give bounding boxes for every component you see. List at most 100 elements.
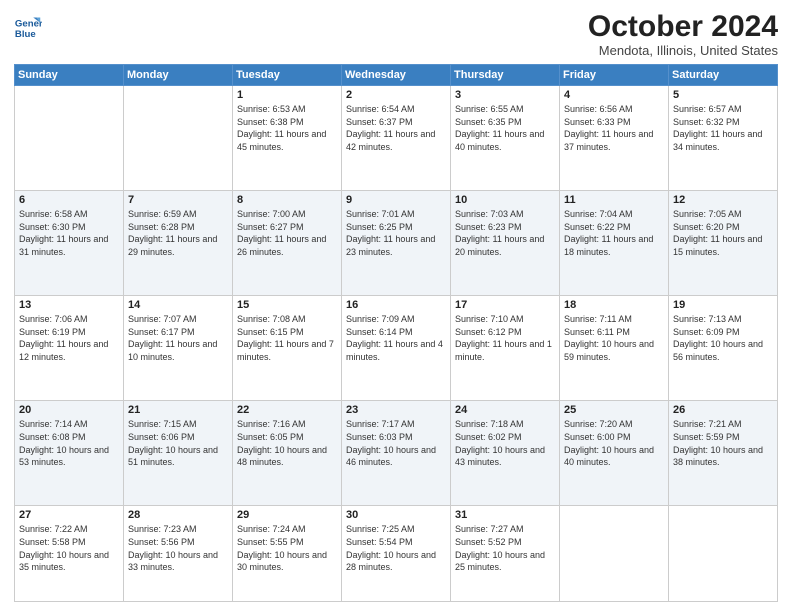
header: General Blue October 2024 Mendota, Illin…: [14, 10, 778, 58]
day-detail: Sunrise: 7:03 AM Sunset: 6:23 PM Dayligh…: [455, 208, 555, 258]
day-number: 21: [128, 404, 228, 416]
calendar-week-4: 20 Sunrise: 7:14 AM Sunset: 6:08 PM Dayli…: [15, 401, 778, 506]
day-number: 19: [673, 299, 773, 311]
day-detail: Sunrise: 7:22 AM Sunset: 5:58 PM Dayligh…: [19, 523, 119, 573]
calendar-table: Sunday Monday Tuesday Wednesday Thursday…: [14, 64, 778, 602]
day-detail: Sunrise: 7:11 AM Sunset: 6:11 PM Dayligh…: [564, 313, 664, 363]
day-detail: Sunrise: 7:16 AM Sunset: 6:05 PM Dayligh…: [237, 418, 337, 468]
day-detail: Sunrise: 7:10 AM Sunset: 6:12 PM Dayligh…: [455, 313, 555, 363]
day-detail: Sunrise: 7:05 AM Sunset: 6:20 PM Dayligh…: [673, 208, 773, 258]
col-saturday: Saturday: [669, 65, 778, 86]
table-row: 29 Sunrise: 7:24 AM Sunset: 5:55 PM Dayli…: [233, 506, 342, 602]
day-detail: Sunrise: 7:23 AM Sunset: 5:56 PM Dayligh…: [128, 523, 228, 573]
day-detail: Sunrise: 7:04 AM Sunset: 6:22 PM Dayligh…: [564, 208, 664, 258]
day-detail: Sunrise: 6:53 AM Sunset: 6:38 PM Dayligh…: [237, 103, 337, 153]
table-row: 25 Sunrise: 7:20 AM Sunset: 6:00 PM Dayli…: [560, 401, 669, 506]
day-number: 1: [237, 89, 337, 101]
day-number: 26: [673, 404, 773, 416]
table-row: 22Sunrise: 7:16 AM Sunset: 6:05 PM Dayli…: [233, 401, 342, 506]
logo-icon: General Blue: [14, 14, 42, 42]
month-title: October 2024: [588, 10, 778, 43]
day-number: 11: [564, 194, 664, 206]
day-detail: Sunrise: 7:15 AM Sunset: 6:06 PM Dayligh…: [128, 418, 228, 468]
day-number: 24: [455, 404, 555, 416]
day-detail: Sunrise: 7:24 AM Sunset: 5:55 PM Dayligh…: [237, 523, 337, 573]
day-number: 9: [346, 194, 446, 206]
day-number: 25: [564, 404, 664, 416]
day-number: 2: [346, 89, 446, 101]
table-row: 3Sunrise: 6:55 AM Sunset: 6:35 PM Daylig…: [451, 86, 560, 191]
day-detail: Sunrise: 7:20 AM Sunset: 6:00 PM Dayligh…: [564, 418, 664, 468]
day-detail: Sunrise: 7:09 AM Sunset: 6:14 PM Dayligh…: [346, 313, 446, 363]
day-detail: Sunrise: 6:59 AM Sunset: 6:28 PM Dayligh…: [128, 208, 228, 258]
svg-text:Blue: Blue: [15, 29, 36, 40]
logo: General Blue: [14, 14, 42, 42]
day-number: 13: [19, 299, 119, 311]
day-detail: Sunrise: 7:01 AM Sunset: 6:25 PM Dayligh…: [346, 208, 446, 258]
day-detail: Sunrise: 7:18 AM Sunset: 6:02 PM Dayligh…: [455, 418, 555, 468]
day-number: 12: [673, 194, 773, 206]
table-row: 2Sunrise: 6:54 AM Sunset: 6:37 PM Daylig…: [342, 86, 451, 191]
table-row: 23Sunrise: 7:17 AM Sunset: 6:03 PM Dayli…: [342, 401, 451, 506]
table-row: [15, 86, 124, 191]
table-row: 9 Sunrise: 7:01 AM Sunset: 6:25 PM Daylig…: [342, 191, 451, 296]
table-row: 17 Sunrise: 7:10 AM Sunset: 6:12 PM Dayli…: [451, 296, 560, 401]
day-detail: Sunrise: 7:21 AM Sunset: 5:59 PM Dayligh…: [673, 418, 773, 468]
table-row: [560, 506, 669, 602]
col-wednesday: Wednesday: [342, 65, 451, 86]
day-number: 23: [346, 404, 446, 416]
day-number: 7: [128, 194, 228, 206]
col-friday: Friday: [560, 65, 669, 86]
day-detail: Sunrise: 6:57 AM Sunset: 6:32 PM Dayligh…: [673, 103, 773, 153]
day-number: 3: [455, 89, 555, 101]
calendar-week-5: 27 Sunrise: 7:22 AM Sunset: 5:58 PM Dayli…: [15, 506, 778, 602]
table-row: 15Sunrise: 7:08 AM Sunset: 6:15 PM Dayli…: [233, 296, 342, 401]
page: General Blue October 2024 Mendota, Illin…: [0, 0, 792, 612]
day-number: 16: [346, 299, 446, 311]
calendar-week-2: 6Sunrise: 6:58 AM Sunset: 6:30 PM Daylig…: [15, 191, 778, 296]
day-number: 18: [564, 299, 664, 311]
table-row: 19Sunrise: 7:13 AM Sunset: 6:09 PM Dayli…: [669, 296, 778, 401]
day-number: 4: [564, 89, 664, 101]
table-row: 5 Sunrise: 6:57 AM Sunset: 6:32 PM Daylig…: [669, 86, 778, 191]
calendar-week-1: 1 Sunrise: 6:53 AM Sunset: 6:38 PM Daylig…: [15, 86, 778, 191]
day-number: 31: [455, 509, 555, 521]
day-detail: Sunrise: 7:14 AM Sunset: 6:08 PM Dayligh…: [19, 418, 119, 468]
table-row: 6Sunrise: 6:58 AM Sunset: 6:30 PM Daylig…: [15, 191, 124, 296]
table-row: 13 Sunrise: 7:06 AM Sunset: 6:19 PM Dayli…: [15, 296, 124, 401]
table-row: 26 Sunrise: 7:21 AM Sunset: 5:59 PM Dayli…: [669, 401, 778, 506]
table-row: 11 Sunrise: 7:04 AM Sunset: 6:22 PM Dayli…: [560, 191, 669, 296]
table-row: 24 Sunrise: 7:18 AM Sunset: 6:02 PM Dayli…: [451, 401, 560, 506]
day-detail: Sunrise: 7:07 AM Sunset: 6:17 PM Dayligh…: [128, 313, 228, 363]
col-tuesday: Tuesday: [233, 65, 342, 86]
location: Mendota, Illinois, United States: [588, 43, 778, 58]
calendar-header: Sunday Monday Tuesday Wednesday Thursday…: [15, 65, 778, 86]
day-detail: Sunrise: 7:25 AM Sunset: 5:54 PM Dayligh…: [346, 523, 446, 573]
calendar-week-3: 13 Sunrise: 7:06 AM Sunset: 6:19 PM Dayli…: [15, 296, 778, 401]
table-row: [669, 506, 778, 602]
table-row: 18 Sunrise: 7:11 AM Sunset: 6:11 PM Dayli…: [560, 296, 669, 401]
day-number: 29: [237, 509, 337, 521]
day-detail: Sunrise: 7:06 AM Sunset: 6:19 PM Dayligh…: [19, 313, 119, 363]
day-number: 30: [346, 509, 446, 521]
table-row: 30 Sunrise: 7:25 AM Sunset: 5:54 PM Dayli…: [342, 506, 451, 602]
day-number: 14: [128, 299, 228, 311]
calendar-body: 1 Sunrise: 6:53 AM Sunset: 6:38 PM Daylig…: [15, 86, 778, 602]
day-detail: Sunrise: 7:00 AM Sunset: 6:27 PM Dayligh…: [237, 208, 337, 258]
table-row: 10Sunrise: 7:03 AM Sunset: 6:23 PM Dayli…: [451, 191, 560, 296]
table-row: 1 Sunrise: 6:53 AM Sunset: 6:38 PM Daylig…: [233, 86, 342, 191]
day-number: 27: [19, 509, 119, 521]
day-number: 15: [237, 299, 337, 311]
table-row: 14 Sunrise: 7:07 AM Sunset: 6:17 PM Dayli…: [124, 296, 233, 401]
col-thursday: Thursday: [451, 65, 560, 86]
col-monday: Monday: [124, 65, 233, 86]
title-block: October 2024 Mendota, Illinois, United S…: [588, 10, 778, 58]
col-sunday: Sunday: [15, 65, 124, 86]
day-number: 20: [19, 404, 119, 416]
day-number: 5: [673, 89, 773, 101]
table-row: 27 Sunrise: 7:22 AM Sunset: 5:58 PM Dayli…: [15, 506, 124, 602]
table-row: 4Sunrise: 6:56 AM Sunset: 6:33 PM Daylig…: [560, 86, 669, 191]
table-row: 12 Sunrise: 7:05 AM Sunset: 6:20 PM Dayli…: [669, 191, 778, 296]
day-number: 17: [455, 299, 555, 311]
table-row: 8Sunrise: 7:00 AM Sunset: 6:27 PM Daylig…: [233, 191, 342, 296]
